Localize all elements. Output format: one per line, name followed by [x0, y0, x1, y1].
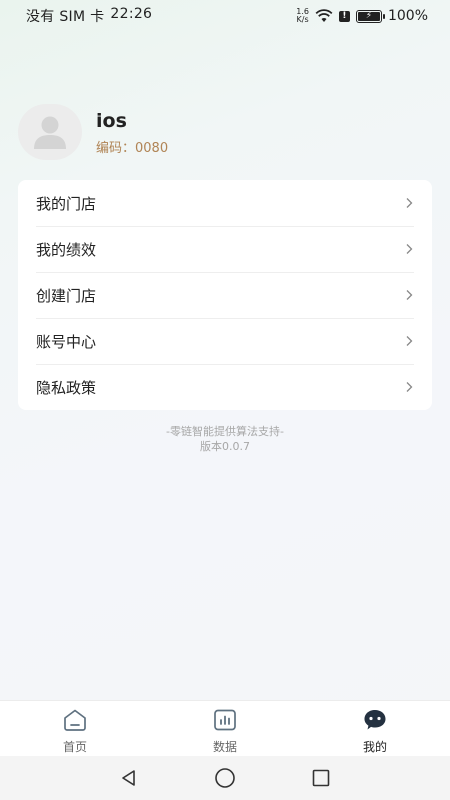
battery-icon: ⚡	[355, 9, 385, 23]
menu-item-my-stores[interactable]: 我的门店	[18, 180, 432, 226]
menu-item-label: 我的绩效	[36, 240, 97, 259]
profile-info: ios 编码：0080	[96, 109, 168, 156]
menu-item-label: 创建门店	[36, 286, 97, 305]
menu-item-label: 隐私政策	[36, 378, 97, 397]
system-nav-bar	[0, 756, 450, 800]
status-left: 没有 SIM 卡 22:26	[26, 6, 152, 26]
alert-icon: !	[338, 10, 350, 22]
tab-label: 首页	[62, 740, 87, 754]
menu-item-label: 账号中心	[36, 332, 97, 351]
wifi-icon	[315, 9, 333, 22]
user-code: 编码：0080	[96, 140, 169, 156]
username: ios	[96, 109, 127, 132]
menu-card: 我的门店 我的绩效 创建门店 账号中心 隐私政策	[18, 180, 432, 410]
tab-home[interactable]: 首页	[0, 701, 150, 756]
carrier-text: 没有 SIM 卡	[26, 9, 105, 25]
charging-bolt-icon: ⚡	[365, 10, 373, 21]
status-right: 1.6 K/s ! ⚡ 100%	[296, 8, 428, 25]
clock-text: 22:26	[110, 6, 153, 22]
menu-item-account-center[interactable]: 账号中心	[18, 318, 432, 364]
back-button[interactable]	[81, 768, 177, 788]
tab-mine[interactable]: 我的	[300, 701, 450, 756]
menu-item-my-performance[interactable]: 我的绩效	[18, 226, 432, 272]
menu-item-privacy-policy[interactable]: 隐私政策	[18, 364, 432, 410]
chevron-right-icon	[406, 382, 413, 392]
tab-label: 我的	[362, 740, 387, 754]
battery-text: 100%	[387, 8, 428, 24]
credit-text: -零链智能提供算法支持- 版本0.0.7	[0, 424, 450, 454]
home-nav-button[interactable]	[177, 767, 273, 789]
net-speed-unit: K/s	[296, 15, 309, 24]
chart-icon	[214, 709, 236, 731]
back-triangle-icon	[122, 770, 135, 786]
home-icon	[64, 709, 86, 731]
chevron-right-icon	[406, 198, 413, 208]
chevron-right-icon	[406, 290, 413, 300]
recents-button[interactable]	[273, 768, 369, 788]
profile-chat-icon	[364, 710, 386, 730]
chevron-right-icon	[406, 244, 413, 254]
menu-item-create-store[interactable]: 创建门店	[18, 272, 432, 318]
chevron-right-icon	[406, 336, 413, 346]
algorithm-credit: -零链智能提供算法支持-	[166, 425, 284, 438]
version-text: 版本0.0.7	[200, 440, 250, 453]
home-circle-icon	[215, 768, 235, 788]
menu-item-label: 我的门店	[36, 194, 97, 213]
recents-square-icon	[312, 769, 330, 787]
status-bar: 没有 SIM 卡 22:26 1.6 K/s ! ⚡ 100%	[0, 0, 450, 32]
network-speed: 1.6 K/s	[296, 8, 309, 24]
avatar[interactable]	[18, 104, 82, 160]
profile-header: ios 编码：0080	[18, 104, 168, 160]
tab-label: 数据	[212, 740, 237, 754]
default-user-icon	[34, 116, 66, 149]
tab-bar: 首页 数据 我的	[0, 700, 450, 756]
tab-data[interactable]: 数据	[150, 701, 300, 756]
